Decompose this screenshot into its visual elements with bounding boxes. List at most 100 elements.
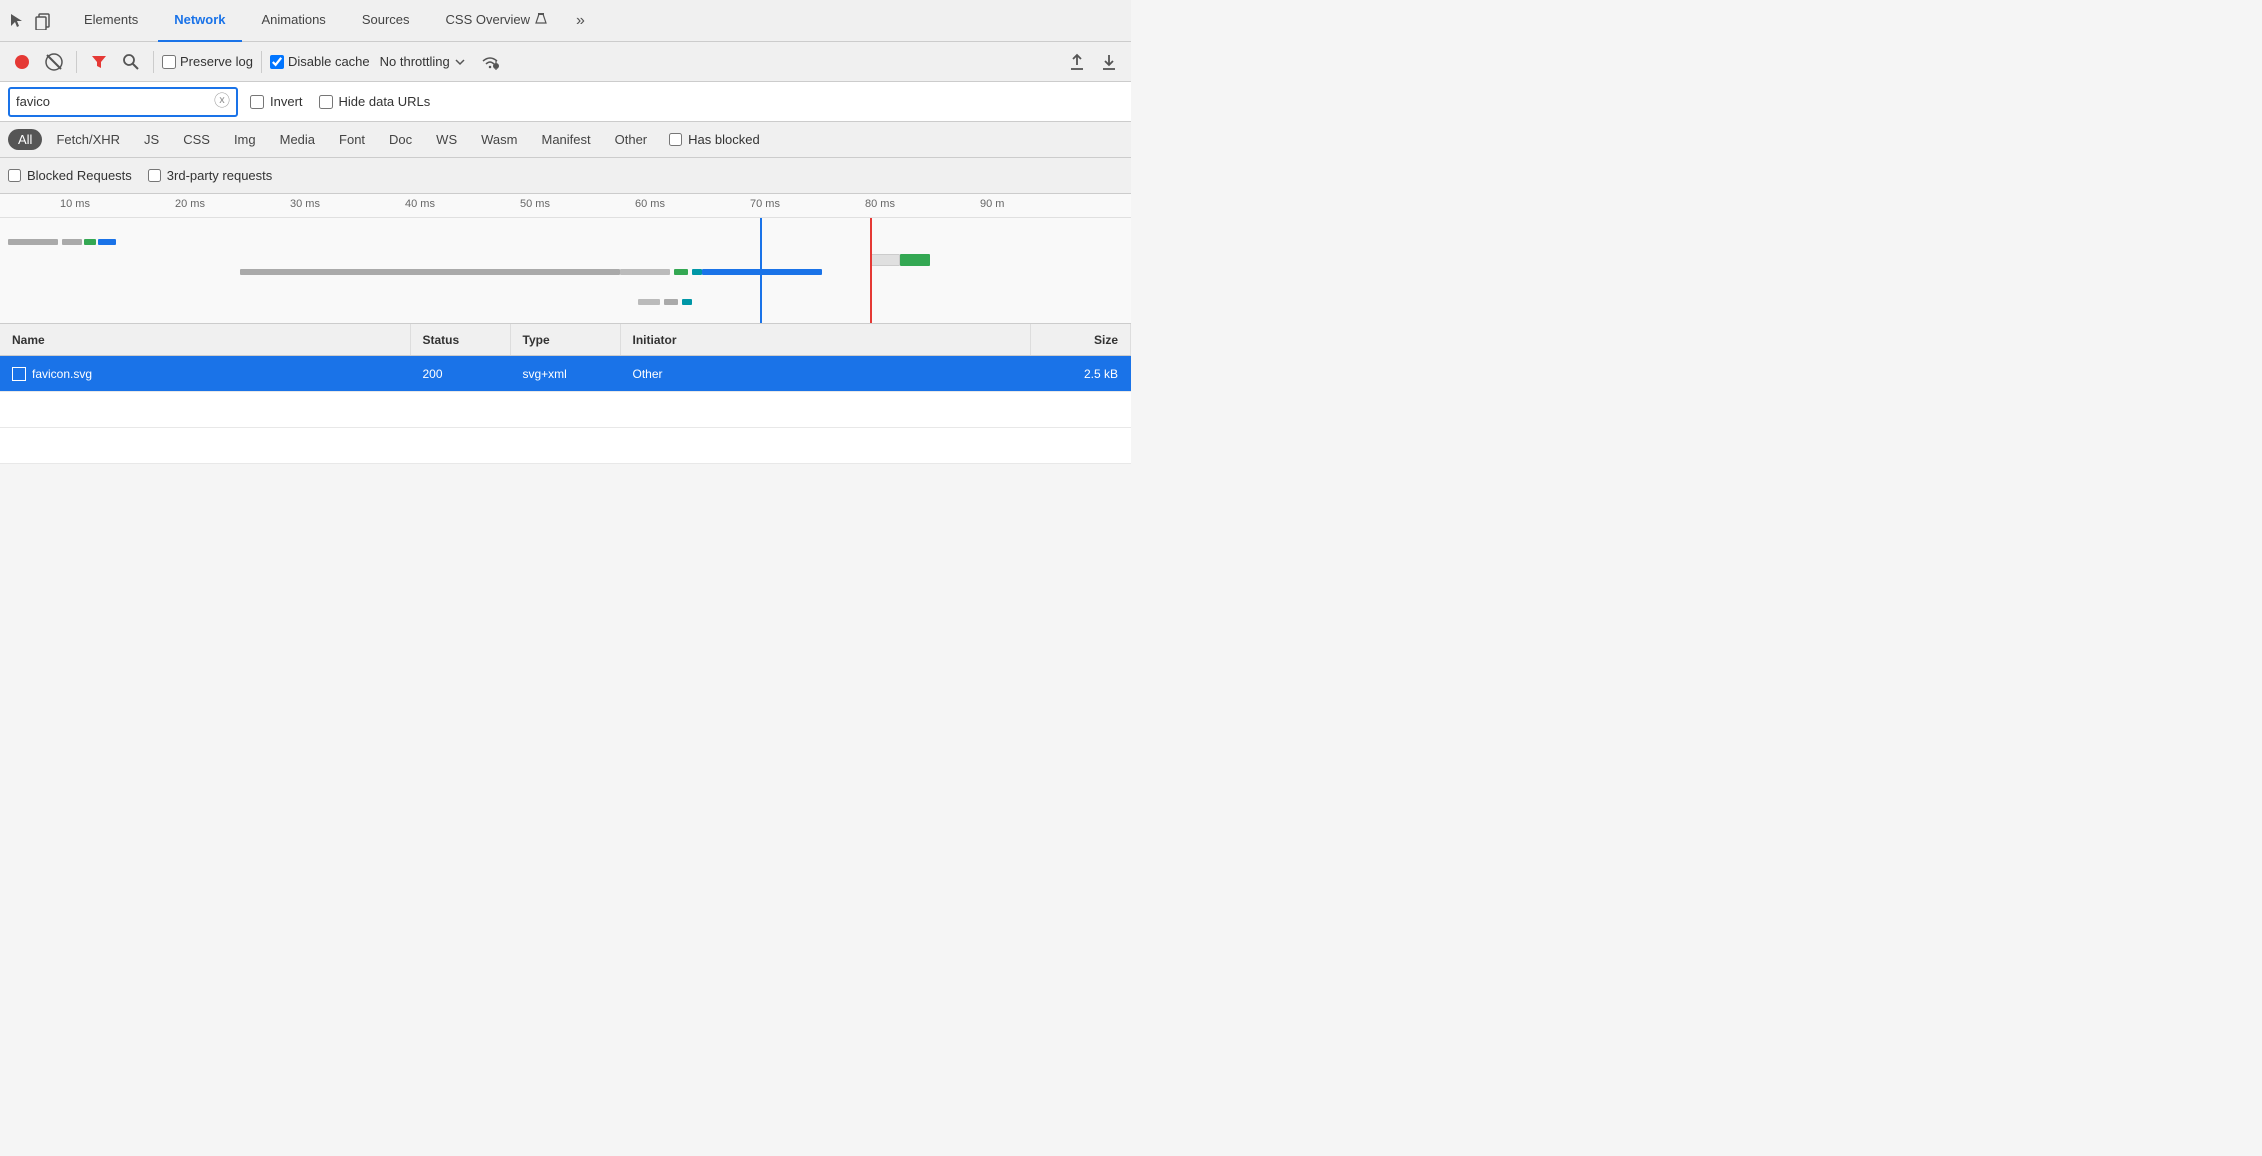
filter-ws[interactable]: WS — [426, 129, 467, 150]
filter-all[interactable]: All — [8, 129, 42, 150]
search-button[interactable] — [117, 48, 145, 76]
filter-doc[interactable]: Doc — [379, 129, 422, 150]
th-type[interactable]: Type — [511, 324, 621, 355]
search-bar: ⓧ Invert Hide data URLs — [0, 82, 1131, 122]
divider-2 — [153, 51, 154, 73]
wf-bar-green3 — [900, 254, 930, 266]
invert-label: Invert — [270, 94, 303, 109]
filter-media[interactable]: Media — [270, 129, 325, 150]
hide-data-urls-group[interactable]: Hide data URLs — [319, 94, 431, 109]
wf-bar-white — [870, 254, 900, 266]
filter-font[interactable]: Font — [329, 129, 375, 150]
timeline-ruler: 10 ms 20 ms 30 ms 40 ms 50 ms 60 ms 70 m… — [0, 194, 1131, 218]
copy-icon[interactable] — [34, 12, 52, 30]
disable-cache-label: Disable cache — [288, 54, 370, 69]
ruler-40ms: 40 ms — [405, 198, 435, 210]
tab-animations[interactable]: Animations — [246, 0, 342, 42]
divider-1 — [76, 51, 77, 73]
tab-css-overview[interactable]: CSS Overview — [430, 0, 565, 42]
import-button[interactable] — [1063, 48, 1091, 76]
blocked-requests-checkbox[interactable] — [8, 169, 21, 182]
hide-data-urls-checkbox[interactable] — [319, 95, 333, 109]
filter-img[interactable]: Img — [224, 129, 266, 150]
td-status: 200 — [411, 356, 511, 391]
table-row-empty-1 — [0, 392, 1131, 428]
preserve-log-checkbox[interactable] — [162, 55, 176, 69]
flask-icon — [534, 13, 548, 27]
export-button[interactable] — [1095, 48, 1123, 76]
th-size[interactable]: Size — [1031, 324, 1131, 355]
size-value: 2.5 kB — [1084, 367, 1118, 381]
th-initiator[interactable]: Initiator — [621, 324, 1032, 355]
third-party-group[interactable]: 3rd-party requests — [148, 168, 273, 183]
search-input[interactable] — [16, 94, 214, 109]
initiator-value: Other — [633, 367, 663, 381]
disable-cache-checkbox[interactable] — [270, 55, 284, 69]
preserve-log-label: Preserve log — [180, 54, 253, 69]
type-value: svg+xml — [523, 367, 567, 381]
devtools-icons — [8, 12, 52, 30]
td-type: svg+xml — [511, 356, 621, 391]
wf-bar-gray4 — [664, 299, 678, 305]
wf-row-3[interactable] — [0, 288, 1131, 316]
chevron-down-icon — [454, 56, 466, 68]
ruler-90ms: 90 m — [980, 198, 1004, 210]
cursor-icon[interactable] — [8, 12, 26, 30]
clear-button[interactable] — [40, 48, 68, 76]
hide-data-urls-label: Hide data URLs — [339, 94, 431, 109]
blocked-bar: Blocked Requests 3rd-party requests — [0, 158, 1131, 194]
filter-css[interactable]: CSS — [173, 129, 220, 150]
ruler-10ms: 10 ms — [60, 198, 90, 210]
wf-bar-green1 — [84, 239, 96, 245]
filter-wasm[interactable]: Wasm — [471, 129, 527, 150]
ruler-50ms: 50 ms — [520, 198, 550, 210]
wf-row-4[interactable] — [0, 246, 1131, 274]
th-status[interactable]: Status — [411, 324, 511, 355]
table-row[interactable]: favicon.svg 200 svg+xml Other 2.5 kB — [0, 356, 1131, 392]
tab-bar: Elements Network Animations Sources CSS … — [0, 0, 1131, 42]
filter-js[interactable]: JS — [134, 129, 169, 150]
upload-icon — [1068, 53, 1086, 71]
invert-checkbox[interactable] — [250, 95, 264, 109]
has-blocked-checkbox[interactable] — [669, 133, 682, 146]
third-party-checkbox[interactable] — [148, 169, 161, 182]
wf-bar-teal2 — [682, 299, 692, 305]
invert-group[interactable]: Invert — [250, 94, 303, 109]
record-button[interactable] — [8, 48, 36, 76]
wf-bar-gray3 — [638, 299, 660, 305]
network-table: Name Status Type Initiator Size favicon.… — [0, 324, 1131, 464]
red-vertical-line — [870, 218, 872, 324]
tab-elements[interactable]: Elements — [68, 0, 154, 42]
more-tabs-button[interactable]: » — [568, 8, 593, 34]
wf-bar-blue1 — [98, 239, 116, 245]
table-header: Name Status Type Initiator Size — [0, 324, 1131, 356]
blue-vertical-line — [760, 218, 762, 324]
row-checkbox[interactable] — [12, 367, 26, 381]
blocked-requests-group[interactable]: Blocked Requests — [8, 168, 132, 183]
divider-3 — [261, 51, 262, 73]
third-party-label: 3rd-party requests — [167, 168, 273, 183]
file-name: favicon.svg — [32, 367, 92, 381]
tab-network[interactable]: Network — [158, 0, 241, 42]
preserve-log-group[interactable]: Preserve log — [162, 54, 253, 69]
network-conditions-button[interactable] — [476, 48, 504, 76]
filter-button[interactable] — [85, 48, 113, 76]
record-icon — [14, 54, 30, 70]
th-name[interactable]: Name — [0, 324, 411, 355]
throttle-select[interactable]: No throttling — [374, 52, 472, 71]
throttle-label: No throttling — [380, 54, 450, 69]
stop-icon — [45, 53, 63, 71]
table-row-empty-2 — [0, 428, 1131, 464]
filter-icon — [90, 53, 108, 71]
tab-sources[interactable]: Sources — [346, 0, 426, 42]
disable-cache-group[interactable]: Disable cache — [270, 54, 370, 69]
filter-manifest[interactable]: Manifest — [531, 129, 600, 150]
wf-bar-gray2 — [62, 239, 82, 245]
filter-fetch-xhr[interactable]: Fetch/XHR — [46, 129, 130, 150]
search-icon — [122, 53, 140, 71]
ruler-80ms: 80 ms — [865, 198, 895, 210]
search-clear-button[interactable]: ⓧ — [214, 94, 230, 110]
filter-other[interactable]: Other — [605, 129, 658, 150]
td-size: 2.5 kB — [1031, 356, 1131, 391]
has-blocked-label: Has blocked — [688, 132, 760, 147]
